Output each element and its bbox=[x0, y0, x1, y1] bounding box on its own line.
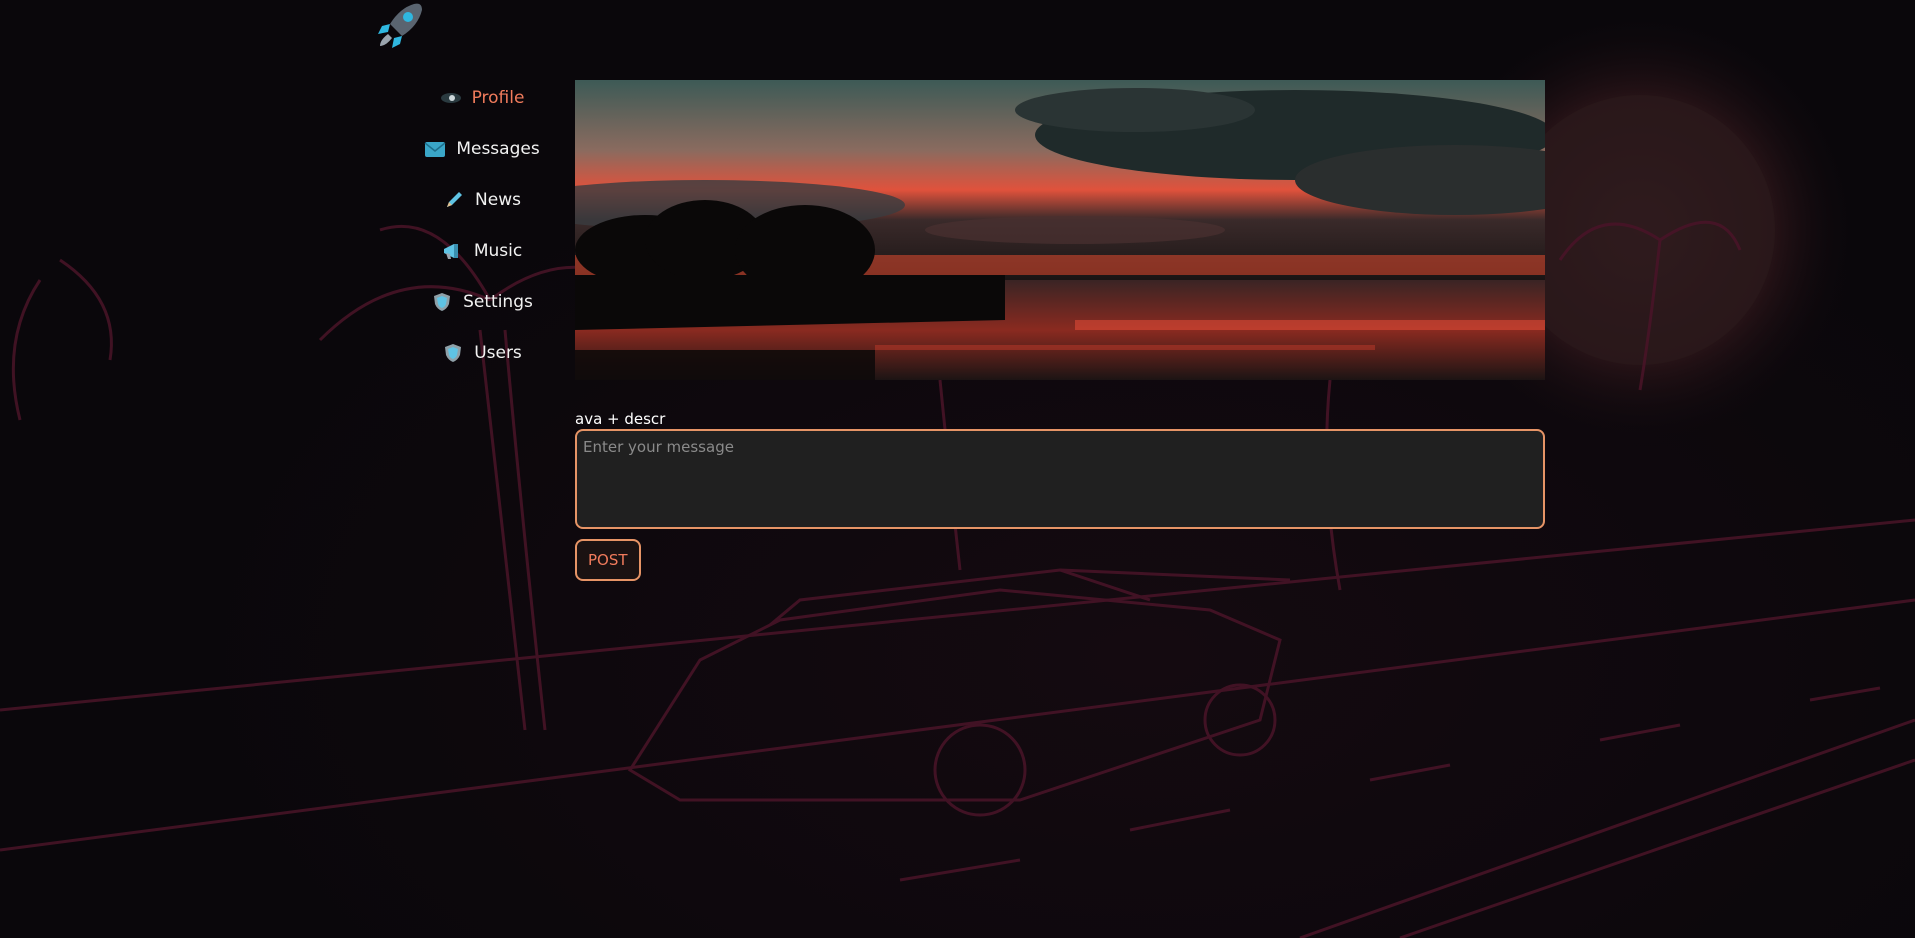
megaphone-icon bbox=[442, 241, 464, 261]
post-button[interactable]: POST bbox=[575, 539, 641, 581]
sidebar-item-label: Profile bbox=[471, 87, 525, 108]
sidebar-nav: Profile Messages News Music Settings Use… bbox=[390, 72, 574, 378]
sidebar-item-label: News bbox=[475, 189, 521, 210]
sidebar-item-settings[interactable]: Settings bbox=[390, 276, 574, 327]
pencil-icon bbox=[443, 190, 465, 210]
profile-description: ava + descr bbox=[575, 410, 666, 428]
sidebar-item-messages[interactable]: Messages bbox=[390, 123, 574, 174]
sidebar-item-profile[interactable]: Profile bbox=[390, 72, 574, 123]
page: Profile Messages News Music Settings Use… bbox=[0, 0, 1915, 938]
eye-icon bbox=[440, 88, 462, 108]
sidebar-item-music[interactable]: Music bbox=[390, 225, 574, 276]
sidebar-item-news[interactable]: News bbox=[390, 174, 574, 225]
shield-icon bbox=[431, 292, 453, 312]
message-input[interactable] bbox=[575, 429, 1545, 529]
sidebar-item-label: Users bbox=[474, 342, 522, 363]
sidebar-item-label: Music bbox=[473, 240, 523, 261]
profile-content: ava + descr POST bbox=[575, 80, 1545, 581]
shield-icon bbox=[442, 343, 464, 363]
envelope-icon bbox=[424, 139, 446, 159]
sidebar-item-label: Messages bbox=[456, 138, 540, 159]
profile-banner-image bbox=[575, 80, 1545, 380]
sidebar-item-label: Settings bbox=[463, 291, 533, 312]
sidebar-item-users[interactable]: Users bbox=[390, 327, 574, 378]
rocket-icon[interactable] bbox=[374, 0, 426, 52]
